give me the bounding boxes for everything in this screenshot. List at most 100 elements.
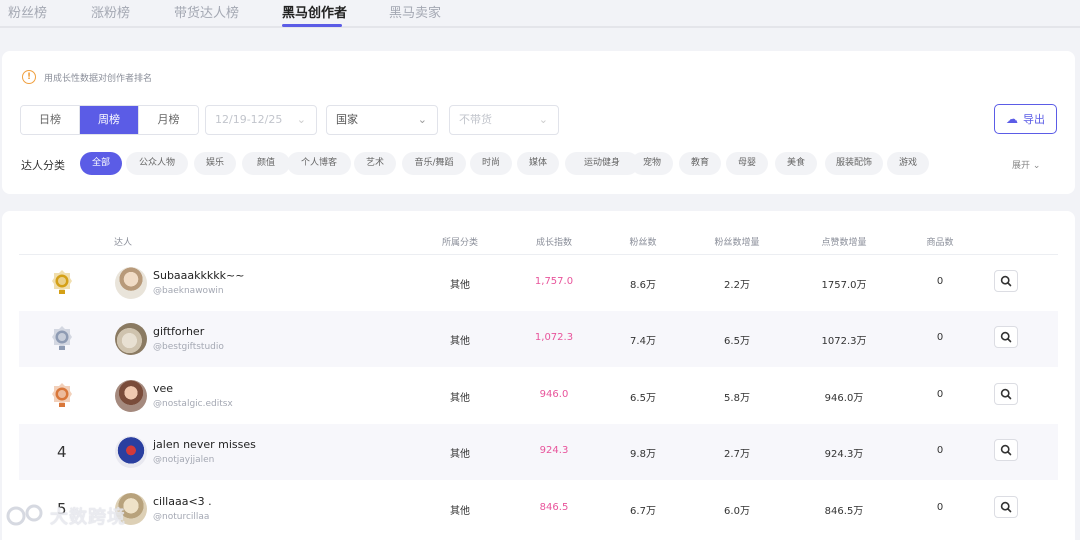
creator-handle: @baeknawowin	[153, 286, 224, 296]
table-row[interactable]: 4 jalen never misses @notjayjjalen 其他 924.3 9…	[19, 424, 1058, 480]
rank-number: 4	[57, 443, 67, 461]
tab-fans-growth[interactable]: 涨粉榜	[91, 2, 130, 21]
chevron-down-icon: ⌄	[417, 113, 427, 126]
creator-handle: @notjayjjalen	[153, 455, 215, 465]
view-detail-button[interactable]	[994, 326, 1018, 348]
cell-growth: 846.5	[539, 502, 569, 513]
category-chip[interactable]: 服装配饰	[825, 152, 883, 175]
export-label: 导出	[1023, 113, 1045, 126]
avatar[interactable]	[115, 267, 147, 299]
cell-growth: 946.0	[539, 389, 569, 400]
chevron-down-icon: ⌄	[538, 113, 548, 126]
header-category: 所属分类	[441, 238, 478, 248]
cell-fans: 7.4万	[630, 336, 656, 347]
table-row[interactable]: Subaaakkkkk~~ @baeknawowin 其他 1,757.0 8.6万 2.…	[19, 255, 1058, 311]
cell-goods: 0	[936, 502, 944, 513]
period-monthly-button[interactable]: 月榜	[139, 106, 198, 134]
chevron-down-icon: ⌄	[1032, 161, 1041, 171]
cell-likes-inc: 924.3万	[824, 449, 864, 460]
cell-fans-inc: 2.7万	[724, 449, 750, 460]
cloud-upload-icon: ☁	[1006, 112, 1018, 126]
filter-panel: ! 用成长性数据对创作者排名 日榜 周榜 月榜 12/19-12/25 ⌄ 国家…	[2, 51, 1075, 194]
chevron-down-icon: ⌄	[296, 113, 306, 126]
country-placeholder: 国家	[336, 113, 358, 126]
category-chip[interactable]: 个人博客	[287, 152, 351, 175]
cell-goods: 0	[936, 389, 944, 400]
period-weekly-button[interactable]: 周榜	[80, 106, 139, 134]
export-button[interactable]: ☁ 导出	[994, 104, 1057, 134]
category-chip[interactable]: 时尚	[470, 152, 512, 175]
category-chip[interactable]: 艺术	[354, 152, 396, 175]
ranking-table: 达人 所属分类 成长指数 粉丝数 粉丝数增量 点赞数增量 商品数 Subaaak…	[2, 211, 1075, 540]
gold-medal-icon	[52, 270, 72, 294]
active-tab-indicator	[282, 24, 342, 27]
cell-category: 其他	[450, 449, 470, 460]
tab-fans[interactable]: 粉丝榜	[8, 2, 47, 21]
warning-icon: !	[22, 70, 36, 84]
cell-goods: 0	[936, 276, 944, 287]
search-icon	[1000, 501, 1012, 513]
category-chip[interactable]: 全部	[80, 152, 122, 175]
cell-likes-inc: 946.0万	[824, 393, 864, 404]
category-chip[interactable]: 游戏	[887, 152, 929, 175]
cell-likes-inc: 1757.0万	[821, 280, 867, 291]
category-chip[interactable]: 公众人物	[126, 152, 188, 175]
creator-name[interactable]: giftforher	[153, 325, 204, 338]
creator-name[interactable]: vee	[153, 382, 173, 395]
creator-handle: @nostalgic.editsx	[153, 399, 233, 409]
avatar[interactable]	[115, 380, 147, 412]
period-selector: 日榜 周榜 月榜	[20, 105, 199, 135]
search-icon	[1000, 275, 1012, 287]
cell-goods: 0	[936, 332, 944, 343]
cell-fans-inc: 2.2万	[724, 280, 750, 291]
cell-fans: 6.7万	[630, 506, 656, 517]
view-detail-button[interactable]	[994, 383, 1018, 405]
tab-dark-horse-sellers[interactable]: 黑马卖家	[389, 2, 441, 21]
tab-dark-horse-creators[interactable]: 黑马创作者	[282, 2, 347, 21]
period-daily-button[interactable]: 日榜	[21, 106, 80, 134]
creator-name[interactable]: cillaaa<3 .	[153, 495, 212, 508]
goods-select[interactable]: 不带货 ⌄	[449, 105, 559, 135]
table-row[interactable]: 5 cillaaa<3 . @noturcillaa 其他 846.5 6.7万 6.0万 8…	[19, 481, 1058, 537]
table-row[interactable]: giftforher @bestgiftstudio 其他 1,072.3 7.4万 6.…	[19, 311, 1058, 367]
creator-name[interactable]: Subaaakkkkk~~	[153, 269, 244, 282]
cell-category: 其他	[450, 506, 470, 517]
tab-sales-creators[interactable]: 带货达人榜	[174, 2, 239, 21]
date-range-value: 12/19-12/25	[215, 113, 283, 126]
ranking-tabs: 粉丝榜 涨粉榜 带货达人榜 黑马创作者 黑马卖家	[0, 0, 1080, 28]
category-chip[interactable]: 运动健身	[565, 152, 639, 175]
cell-category: 其他	[450, 393, 470, 404]
cell-fans: 9.8万	[630, 449, 656, 460]
view-detail-button[interactable]	[994, 270, 1018, 292]
header-growth-index: 成长指数	[535, 238, 572, 248]
expand-toggle[interactable]: 展开 ⌄	[1012, 158, 1040, 171]
cell-likes-inc: 1072.3万	[821, 336, 867, 347]
category-chip[interactable]: 教育	[679, 152, 721, 175]
category-chip[interactable]: 美食	[775, 152, 817, 175]
category-chip[interactable]: 娱乐	[194, 152, 236, 175]
creator-name[interactable]: jalen never misses	[153, 438, 256, 451]
category-chip[interactable]: 母婴	[726, 152, 768, 175]
search-icon	[1000, 331, 1012, 343]
category-chip[interactable]: 音乐/舞蹈	[402, 152, 466, 175]
category-chip[interactable]: 媒体	[517, 152, 559, 175]
watermark: 大数跨境	[6, 501, 126, 531]
header-likes-increase: 点赞数增量	[821, 238, 867, 248]
table-row[interactable]: vee @nostalgic.editsx 其他 946.0 6.5万 5.8万 946.0…	[19, 368, 1058, 424]
category-label: 达人分类	[21, 159, 65, 172]
bronze-medal-icon	[52, 383, 72, 407]
header-fans-increase: 粉丝数增量	[714, 238, 760, 248]
avatar[interactable]	[115, 323, 147, 355]
ranking-notice: ! 用成长性数据对创作者排名	[22, 70, 152, 84]
view-detail-button[interactable]	[994, 439, 1018, 461]
cell-goods: 0	[936, 445, 944, 456]
view-detail-button[interactable]	[994, 496, 1018, 518]
country-select[interactable]: 国家 ⌄	[326, 105, 438, 135]
avatar[interactable]	[115, 436, 147, 468]
cell-growth: 924.3	[539, 445, 569, 456]
cell-growth: 1,757.0	[534, 276, 574, 287]
cell-category: 其他	[450, 280, 470, 291]
date-range-select[interactable]: 12/19-12/25 ⌄	[205, 105, 317, 135]
category-chip[interactable]: 颜值	[242, 152, 290, 175]
category-chip[interactable]: 宠物	[631, 152, 673, 175]
